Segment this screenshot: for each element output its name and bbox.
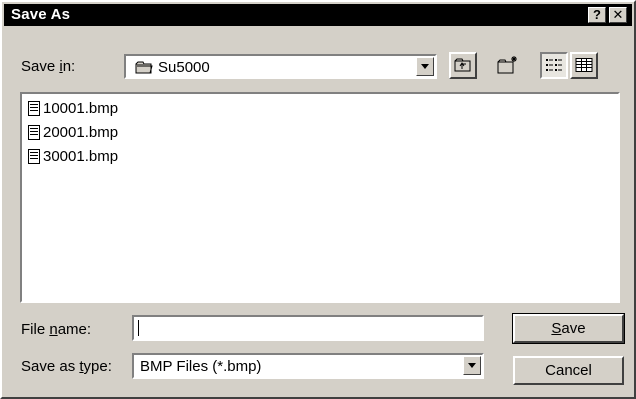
save-as-type-dropdown-arrow[interactable] <box>463 356 481 375</box>
title-bar[interactable]: Save As ? ✕ <box>4 4 632 26</box>
save-in-label: Save in: <box>21 58 76 75</box>
save-as-type-value: BMP Files (*.bmp) <box>140 358 262 375</box>
file-name-input[interactable] <box>132 315 484 341</box>
file-name: 30001.bmp <box>43 147 119 165</box>
save-as-dialog: Save As ? ✕ Save in: Su5000 10001.bmp 20… <box>0 0 636 399</box>
bitmap-file-icon <box>28 124 40 140</box>
up-one-level-button[interactable] <box>449 52 477 79</box>
save-button[interactable]: Save <box>512 313 625 344</box>
folder-icon <box>135 61 153 74</box>
save-in-dropdown-arrow[interactable] <box>416 57 434 76</box>
create-new-folder-button[interactable] <box>493 52 523 79</box>
file-list[interactable]: 10001.bmp 20001.bmp 30001.bmp <box>20 92 620 303</box>
list-view-button[interactable] <box>540 52 568 79</box>
list-item[interactable]: 30001.bmp <box>28 146 118 166</box>
help-button[interactable]: ? <box>588 7 606 23</box>
bitmap-file-icon <box>28 148 40 164</box>
dialog-title: Save As <box>11 6 71 23</box>
list-item[interactable]: 10001.bmp <box>28 98 118 118</box>
file-name-label: File name: <box>21 321 92 338</box>
save-in-dropdown[interactable]: Su5000 <box>124 54 437 79</box>
details-view-button[interactable] <box>570 52 598 79</box>
file-name: 10001.bmp <box>43 99 119 117</box>
bitmap-file-icon <box>28 100 40 116</box>
details-view-icon <box>575 58 593 76</box>
save-as-type-label: Save as type: <box>21 358 112 375</box>
list-view-icon <box>545 58 563 76</box>
list-item[interactable]: 20001.bmp <box>28 122 118 142</box>
close-button[interactable]: ✕ <box>609 7 627 23</box>
up-folder-icon <box>454 57 472 77</box>
new-folder-icon <box>497 55 519 79</box>
cancel-button[interactable]: Cancel <box>513 356 624 385</box>
file-name: 20001.bmp <box>43 123 119 141</box>
save-in-value: Su5000 <box>158 59 210 76</box>
text-caret <box>138 320 139 336</box>
save-as-type-dropdown[interactable]: BMP Files (*.bmp) <box>132 353 484 379</box>
